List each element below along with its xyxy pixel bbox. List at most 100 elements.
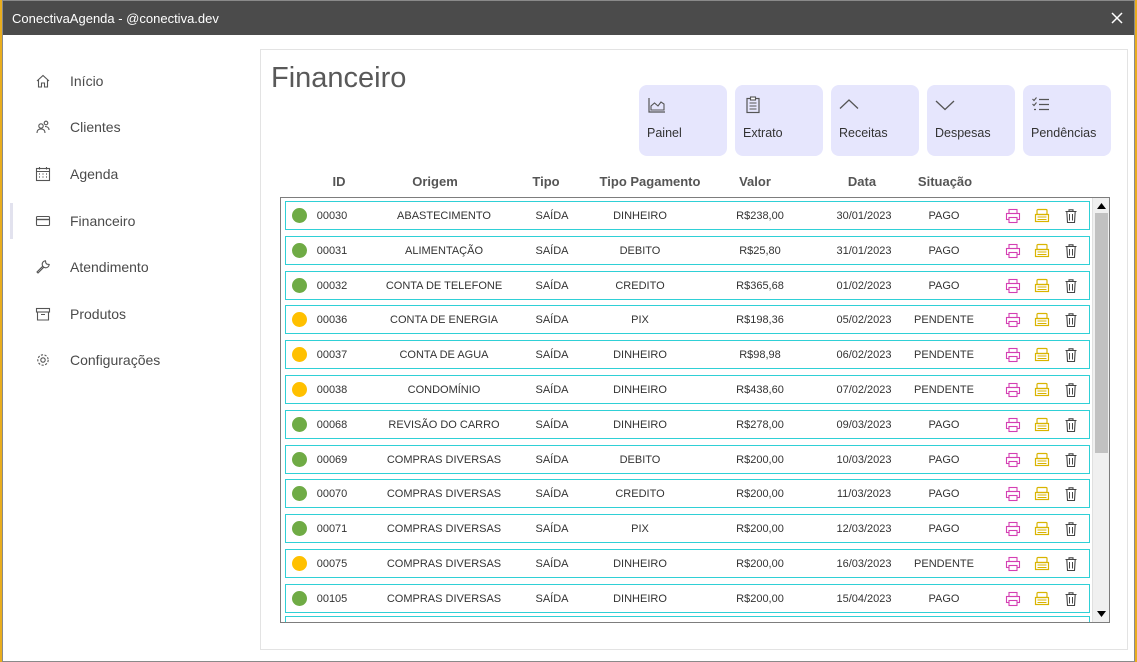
cell-valor: R$200,00 — [736, 592, 784, 605]
table-row[interactable]: 00071 COMPRAS DIVERSAS SAÍDA PIX R$200,00 12/… — [285, 514, 1090, 544]
scroll-up-icon[interactable] — [1095, 199, 1108, 212]
table-row[interactable]: 00105 COMPRAS DIVERSAS SAÍDA DINHEIRO R$200,… — [285, 583, 1090, 613]
table-row[interactable]: 00069 COMPRAS DIVERSAS SAÍDA DEBITO R$200,00… — [285, 444, 1090, 474]
list-scrollbar[interactable] — [1092, 198, 1109, 622]
sidebar-item-clientes[interactable]: Clientes — [3, 107, 253, 147]
delete-icon[interactable] — [1062, 451, 1080, 469]
column-header-valor[interactable]: Valor — [739, 174, 771, 189]
cell-data: 15/04/2023 — [836, 592, 892, 605]
sidebar-item-agenda[interactable]: Agenda — [3, 154, 253, 194]
edit-icon[interactable] — [1033, 311, 1051, 329]
delete-icon[interactable] — [1062, 277, 1080, 295]
delete-icon[interactable] — [1062, 590, 1080, 608]
cell-tipo-pagamento: DINHEIRO — [613, 418, 667, 431]
edit-icon[interactable] — [1033, 207, 1051, 225]
table-row[interactable]: 00037 CONTA DE AGUA SAÍDA DINHEIRO R$98,98 06… — [285, 340, 1090, 370]
delete-icon[interactable] — [1062, 555, 1080, 573]
table-row[interactable]: 00075 COMPRAS DIVERSAS SAÍDA DINHEIRO R$200,… — [285, 549, 1090, 578]
print-icon[interactable] — [1004, 485, 1022, 503]
print-icon[interactable] — [1004, 242, 1022, 260]
cell-tipo-pagamento: PIX — [631, 523, 649, 536]
delete-icon[interactable] — [1062, 242, 1080, 260]
cell-tipo: SAÍDA — [535, 384, 569, 396]
tile-label: Extrato — [743, 126, 783, 140]
edit-icon[interactable] — [1033, 520, 1051, 538]
delete-icon[interactable] — [1062, 520, 1080, 538]
cell-data: 11/03/2023 — [836, 488, 892, 501]
cell-situacao: PENDENTE — [914, 314, 974, 327]
sidebar-item-atendimento[interactable]: Atendimento — [3, 247, 253, 287]
table-row[interactable]: 00038 CONDOMÍNIO SAÍDA DINHEIRO R$438,60 07/0… — [285, 375, 1090, 404]
cell-origem: CONTA DE AGUA — [399, 349, 489, 362]
sidebar: Início Clientes Agenda Financeiro Atendi… — [3, 35, 253, 661]
edit-icon[interactable] — [1033, 485, 1051, 503]
edit-icon[interactable] — [1033, 277, 1051, 295]
tile-receitas[interactable]: Receitas — [831, 85, 919, 156]
delete-icon[interactable] — [1062, 416, 1080, 434]
delete-icon[interactable] — [1062, 381, 1080, 399]
delete-icon[interactable] — [1062, 485, 1080, 503]
edit-icon[interactable] — [1033, 416, 1051, 434]
status-dot — [292, 486, 307, 502]
cell-data: 07/02/2023 — [836, 384, 892, 396]
print-icon[interactable] — [1004, 416, 1022, 434]
status-dot — [292, 451, 307, 467]
print-icon[interactable] — [1004, 590, 1022, 608]
delete-icon[interactable] — [1062, 207, 1080, 225]
column-header-id[interactable]: ID — [333, 174, 346, 189]
status-dot — [292, 521, 307, 537]
print-icon[interactable] — [1004, 346, 1022, 364]
print-icon[interactable] — [1004, 277, 1022, 295]
scroll-down-icon[interactable] — [1095, 607, 1108, 620]
sidebar-item-configuracoes[interactable]: Configurações — [3, 340, 253, 380]
sidebar-item-produtos[interactable]: Produtos — [3, 294, 253, 334]
close-icon[interactable] — [1106, 7, 1128, 29]
cell-id: 00038 — [316, 384, 348, 396]
scrollbar-thumb[interactable] — [1095, 213, 1108, 453]
sidebar-item-inicio[interactable]: Início — [3, 61, 253, 101]
edit-icon[interactable] — [1033, 242, 1051, 260]
cell-tipo: SAÍDA — [535, 314, 569, 327]
cell-origem: CONDOMÍNIO — [407, 384, 481, 396]
print-icon[interactable] — [1004, 451, 1022, 469]
status-dot — [292, 416, 307, 432]
print-icon[interactable] — [1004, 555, 1022, 573]
checklist-icon — [1031, 95, 1051, 115]
table-row-partial — [285, 616, 1090, 622]
tile-extrato[interactable]: Extrato — [735, 85, 823, 156]
cell-situacao: PENDENTE — [914, 558, 974, 570]
edit-icon[interactable] — [1033, 451, 1051, 469]
delete-icon[interactable] — [1062, 311, 1080, 329]
column-header-tipo[interactable]: Tipo — [532, 174, 559, 189]
edit-icon[interactable] — [1033, 346, 1051, 364]
table-row[interactable]: 00070 COMPRAS DIVERSAS SAÍDA CREDITO R$200,0… — [285, 479, 1090, 509]
print-icon[interactable] — [1004, 311, 1022, 329]
table-row[interactable]: 00030 ABASTECIMENTO SAÍDA DINHEIRO R$238,00 3… — [285, 201, 1090, 230]
cell-tipo-pagamento: DEBITO — [619, 244, 661, 257]
edit-icon[interactable] — [1033, 555, 1051, 573]
column-header-tipo-pagamento[interactable]: Tipo Pagamento — [600, 174, 701, 189]
tile-painel[interactable]: Painel — [639, 85, 727, 156]
print-icon[interactable] — [1004, 207, 1022, 225]
cell-tipo-pagamento: DINHEIRO — [613, 558, 667, 570]
transactions-list[interactable]: 00030 ABASTECIMENTO SAÍDA DINHEIRO R$238,00 3… — [280, 197, 1110, 623]
cell-tipo-pagamento: DINHEIRO — [613, 384, 667, 396]
table-row[interactable]: 00032 CONTA DE TELEFONE SAÍDA CREDITO R$365,… — [285, 270, 1090, 300]
sidebar-item-financeiro[interactable]: Financeiro — [3, 201, 253, 241]
table-row[interactable]: 00031 ALIMENTAÇÃO SAÍDA DEBITO R$25,80 31/01/… — [285, 235, 1090, 265]
column-header-origem[interactable]: Origem — [412, 174, 458, 189]
edit-icon[interactable] — [1033, 381, 1051, 399]
print-icon[interactable] — [1004, 381, 1022, 399]
column-header-situacao[interactable]: Situação — [918, 174, 972, 189]
tile-despesas[interactable]: Despesas — [927, 85, 1015, 156]
cell-situacao: PAGO — [928, 523, 960, 536]
edit-icon[interactable] — [1033, 590, 1051, 608]
column-header-data[interactable]: Data — [848, 174, 876, 189]
table-row[interactable]: 00036 CONTA DE ENERGIA SAÍDA PIX R$198,36 05/… — [285, 305, 1090, 335]
delete-icon[interactable] — [1062, 346, 1080, 364]
tile-pendencias[interactable]: Pendências — [1023, 85, 1111, 156]
cell-valor: R$25,80 — [739, 244, 781, 257]
print-icon[interactable] — [1004, 520, 1022, 538]
table-row[interactable]: 00068 REVISÃO DO CARRO SAÍDA DINHEIRO R$278,… — [285, 409, 1090, 439]
gear-icon — [34, 351, 52, 369]
